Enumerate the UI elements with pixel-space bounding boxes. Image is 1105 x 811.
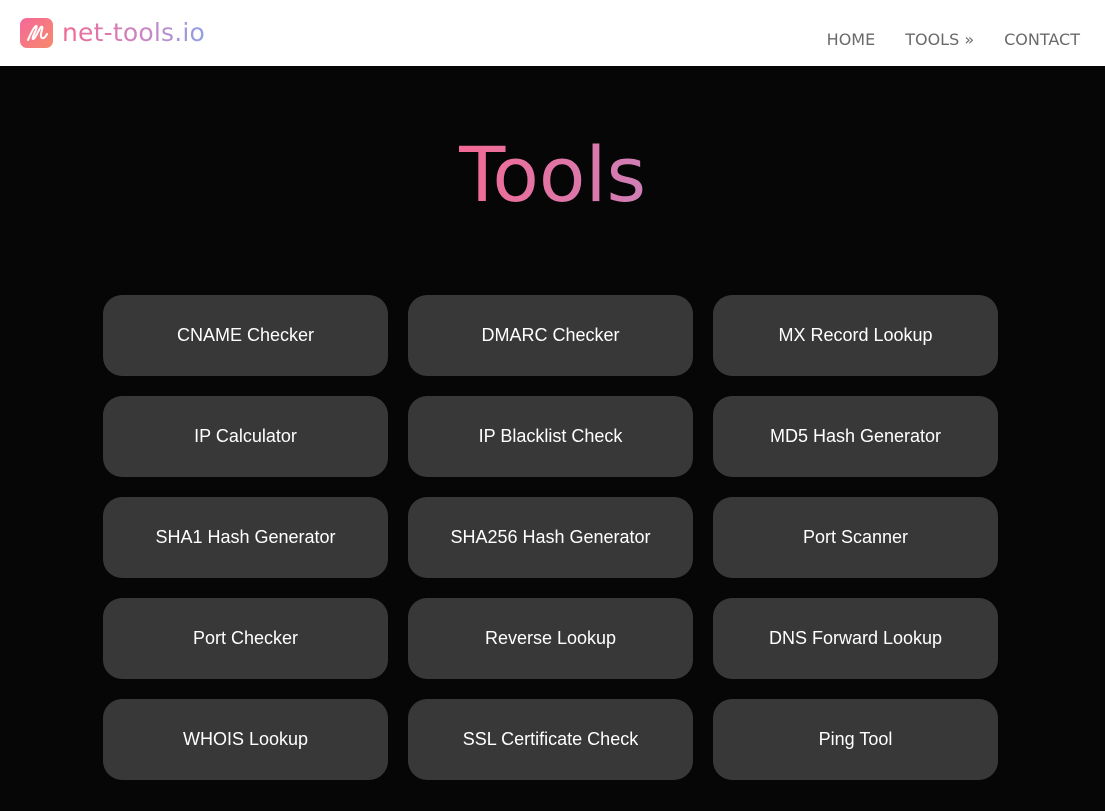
tool-button-ssl-certificate-check[interactable]: SSL Certificate Check (408, 699, 693, 780)
brand-logo-icon (20, 18, 53, 48)
tool-button-whois-lookup[interactable]: WHOIS Lookup (103, 699, 388, 780)
tool-button-md5-hash-generator[interactable]: MD5 Hash Generator (713, 396, 998, 477)
brand-name: net-tools.io (62, 18, 206, 47)
page-title: Tools (0, 132, 1105, 218)
page-title-text: Tools (458, 130, 647, 219)
tool-button-port-scanner[interactable]: Port Scanner (713, 497, 998, 578)
tool-button-dns-forward-lookup[interactable]: DNS Forward Lookup (713, 598, 998, 679)
tools-grid: CNAME Checker DMARC Checker MX Record Lo… (103, 295, 998, 780)
brand-logo-link[interactable]: net-tools.io (20, 18, 205, 48)
tool-button-port-checker[interactable]: Port Checker (103, 598, 388, 679)
tool-button-sha1-hash-generator[interactable]: SHA1 Hash Generator (103, 497, 388, 578)
site-header: net-tools.io HOME TOOLS » CONTACT (0, 0, 1105, 66)
tool-button-cname-checker[interactable]: CNAME Checker (103, 295, 388, 376)
tool-button-ip-blacklist-check[interactable]: IP Blacklist Check (408, 396, 693, 477)
tool-button-reverse-lookup[interactable]: Reverse Lookup (408, 598, 693, 679)
tool-button-ip-calculator[interactable]: IP Calculator (103, 396, 388, 477)
tool-button-ping-tool[interactable]: Ping Tool (713, 699, 998, 780)
main-nav: HOME TOOLS » CONTACT (797, 30, 1080, 49)
tool-button-mx-record-lookup[interactable]: MX Record Lookup (713, 295, 998, 376)
nav-item-tools[interactable]: TOOLS » (905, 30, 974, 49)
tool-button-sha256-hash-generator[interactable]: SHA256 Hash Generator (408, 497, 693, 578)
nav-item-contact[interactable]: CONTACT (1004, 30, 1080, 49)
tool-button-dmarc-checker[interactable]: DMARC Checker (408, 295, 693, 376)
nav-item-home[interactable]: HOME (827, 30, 876, 49)
